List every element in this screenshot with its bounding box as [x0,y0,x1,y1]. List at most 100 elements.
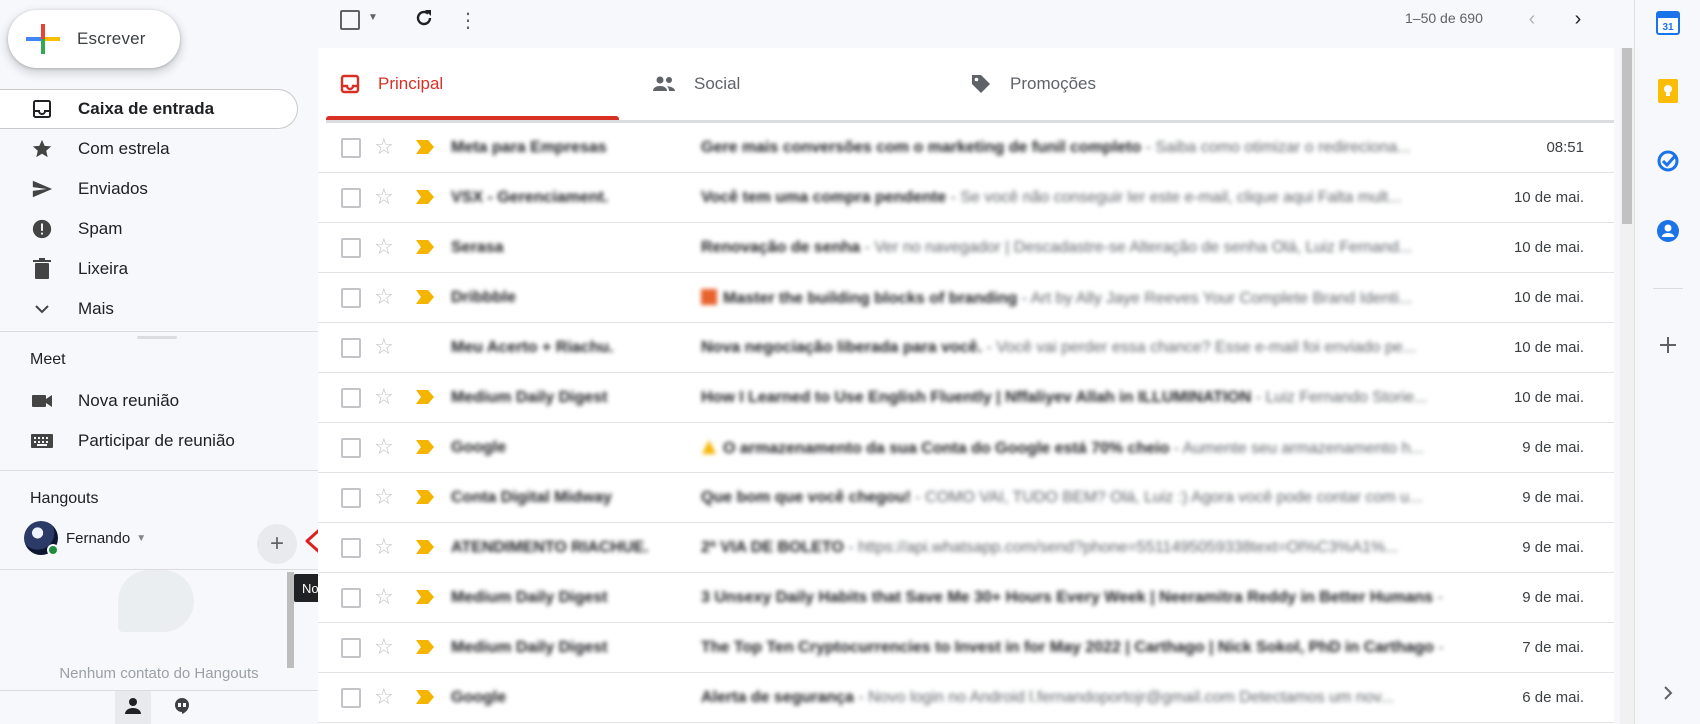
nav-item-label: Mais [78,299,114,318]
star-toggle-icon[interactable]: ☆ [374,285,394,309]
email-row[interactable]: ☆ VSX - Gerenciament. Você tem uma compra … [318,173,1614,223]
email-row-checkbox[interactable] [341,438,361,458]
conversations-tab[interactable] [164,691,200,724]
prev-page-button[interactable]: ‹ [1518,5,1546,33]
mail-toolbar: ▼ ⋮ 1–50 de 690 ‹ › [318,0,1614,48]
email-row[interactable]: ☆ ATENDIMENTO RIACHUE. 2ª VIA DE BOLETO - … [318,523,1614,573]
star-toggle-icon[interactable]: ☆ [374,235,394,259]
email-subject: Renovação de senha [701,239,861,256]
select-all-checkbox[interactable] [340,10,360,30]
email-row-checkbox[interactable] [341,338,361,358]
email-row-checkbox[interactable] [341,688,361,708]
nav-item-more[interactable]: Mais [0,289,298,329]
keep-button[interactable] [1653,78,1683,108]
select-menu-caret-icon[interactable]: ▼ [368,12,378,23]
mail-scrollbar-thumb[interactable] [1622,48,1632,224]
compose-plus-icon [26,22,60,56]
contacts-tab[interactable] [115,691,151,724]
show-side-panel-button[interactable] [1653,680,1683,710]
important-marker-icon[interactable] [415,689,435,710]
resize-grip[interactable] [137,336,177,339]
nav-item-trash[interactable]: Lixeira [0,249,298,289]
important-marker-icon[interactable] [415,489,435,510]
tasks-button[interactable] [1653,148,1683,178]
email-sender: Serasa [451,239,504,256]
nav-item-spam[interactable]: Spam [0,209,298,249]
nav-item-inbox[interactable]: Caixa de entrada [0,89,298,129]
refresh-button[interactable] [410,6,438,34]
new-meeting-button[interactable]: Nova reunião [0,381,318,421]
email-row-checkbox[interactable] [341,388,361,408]
tab-promotions[interactable]: Promoções [970,48,1096,120]
contacts-button[interactable] [1653,218,1683,248]
email-row[interactable]: ☆ Conta Digital Midway Que bom que você ch… [318,473,1614,523]
email-snippet: - [1433,589,1443,606]
nav-item-sent[interactable]: Enviados [0,169,298,209]
star-toggle-icon[interactable]: ☆ [374,685,394,709]
email-row[interactable]: ☆ Google O armazenamento da sua Conta do G… [318,423,1614,473]
important-marker-icon[interactable] [415,189,435,210]
email-sender: Google [451,689,507,706]
star-toggle-icon[interactable]: ☆ [374,635,394,659]
new-conversation-button[interactable]: + [257,524,297,564]
hangouts-user[interactable]: Fernando ▼ [24,520,146,556]
email-row-checkbox[interactable] [341,488,361,508]
email-date: 10 de mai. [1513,339,1584,356]
star-toggle-icon[interactable]: ☆ [374,435,394,459]
important-marker-icon[interactable] [415,289,435,310]
join-meeting-button[interactable]: Participar de reunião [0,421,318,461]
email-row[interactable]: ☆ Meu Acerto + Riachu. Nova negociação lib… [318,323,1614,373]
star-toggle-icon[interactable]: ☆ [374,535,394,559]
important-marker-icon[interactable] [415,589,435,610]
category-tabs: Principal Social Promoções [318,48,1614,120]
email-row-checkbox[interactable] [341,238,361,258]
star-toggle-icon[interactable]: ☆ [374,385,394,409]
tab-label: Principal [378,74,444,93]
tab-primary[interactable]: Principal [340,48,443,120]
email-subject: Você tem uma compra pendente [701,189,947,206]
email-row[interactable]: ☆ Medium Daily Digest The Top Ten Cryptocu… [318,623,1614,673]
email-row-checkbox[interactable] [341,188,361,208]
tab-social[interactable]: Social [652,48,740,120]
more-options-button[interactable]: ⋮ [458,6,478,34]
email-row[interactable]: ☆ Google Alerta de segurança - Novo login … [318,673,1614,723]
email-row-checkbox[interactable] [341,138,361,158]
important-marker-icon[interactable] [415,139,435,160]
compose-button[interactable]: Escrever [8,10,180,68]
email-sender: Dribbble [451,289,516,306]
important-marker-icon[interactable] [415,439,435,460]
calendar-button[interactable]: 31 [1653,10,1683,40]
mail-scrollbar[interactable] [1620,48,1634,724]
important-marker-icon[interactable] [415,239,435,260]
email-subject: 3 Unsexy Daily Habits that Save Me 30+ H… [701,589,1434,606]
email-row[interactable]: ☆ Medium Daily Digest 3 Unsexy Daily Habit… [318,573,1614,623]
star-icon [30,137,54,161]
next-page-button[interactable]: › [1564,5,1592,33]
email-row[interactable]: ☆ Meta para Empresas Gere mais conversões … [318,123,1614,173]
chevron-right-icon: › [1574,7,1582,30]
star-toggle-icon[interactable]: ☆ [374,585,394,609]
important-marker-icon[interactable] [415,539,435,560]
email-row-checkbox[interactable] [341,638,361,658]
star-toggle-icon[interactable]: ☆ [374,485,394,509]
email-row[interactable]: ☆ Medium Daily Digest How I Learned to Use… [318,373,1614,423]
star-toggle-icon[interactable]: ☆ [374,335,394,359]
email-row-checkbox[interactable] [341,588,361,608]
important-marker-icon[interactable] [415,639,435,660]
email-row[interactable]: ☆ Serasa Renovação de senha - Ver no naveg… [318,223,1614,273]
get-addons-button[interactable] [1653,332,1683,362]
important-marker-icon[interactable] [415,389,435,410]
nav-item-starred[interactable]: Com estrela [0,129,298,169]
email-row-checkbox[interactable] [341,288,361,308]
nav-item-label: Caixa de entrada [78,99,215,118]
email-date: 10 de mai. [1513,239,1584,256]
star-toggle-icon[interactable]: ☆ [374,185,394,209]
email-row[interactable]: ☆ Dribbble Master the building blocks of b… [318,273,1614,323]
email-sender: Medium Daily Digest [451,639,608,656]
side-panel-rail: 31 [1634,0,1700,724]
meet-item-label: Participar de reunião [78,431,235,450]
tab-label: Promoções [1010,74,1096,93]
star-toggle-icon[interactable]: ☆ [374,135,394,159]
email-row-checkbox[interactable] [341,538,361,558]
hangouts-scrollbar[interactable] [287,572,294,668]
